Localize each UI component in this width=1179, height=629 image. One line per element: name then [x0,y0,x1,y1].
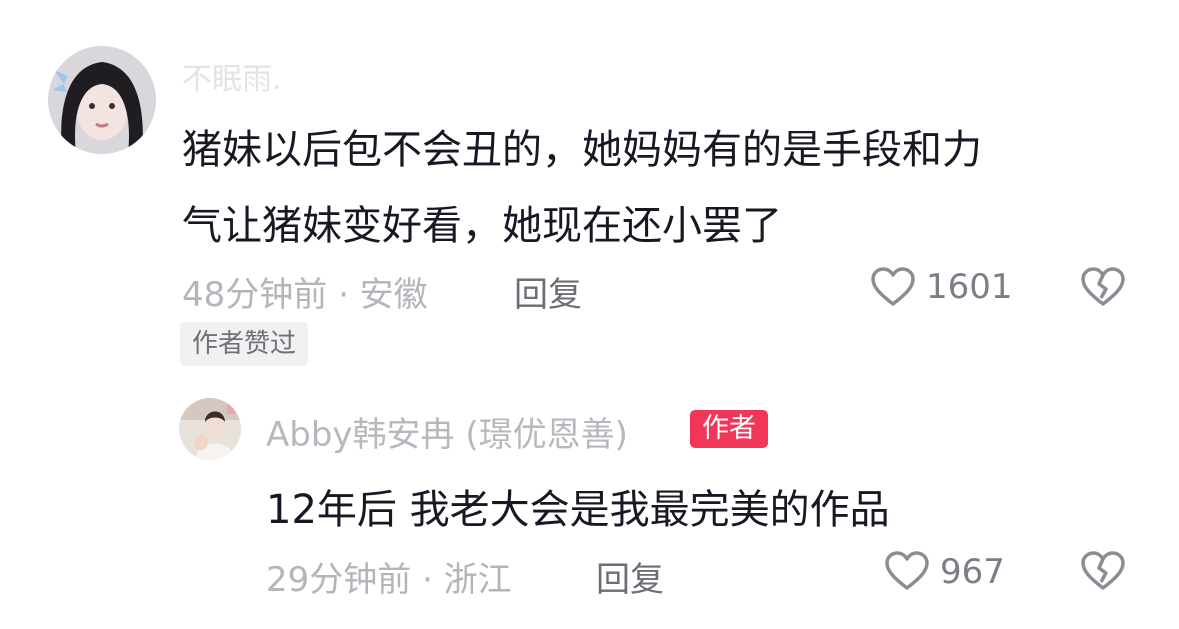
reply-timestamp-location: 29分钟前 · 浙江 [266,560,512,600]
reply-button[interactable]: 回复 [596,552,664,601]
avatar-image [48,46,156,154]
reply-text: 12年后 我老大会是我最完美的作品 [266,487,890,533]
replier-username[interactable]: Abby韩安冉 (璟优恩善) [266,407,628,456]
broken-heart-icon[interactable] [1080,266,1126,312]
heart-outline-icon[interactable] [884,550,930,596]
like-count: 1601 [926,267,1013,307]
comment-text-line-2: 气让猪妹变好看，她现在还小罢了 [182,203,782,249]
heart-outline-icon[interactable] [870,266,916,312]
like-count: 967 [940,552,1005,592]
commenter-username[interactable]: 不眠雨. [182,54,282,98]
replier-avatar[interactable] [179,398,241,460]
broken-heart-icon[interactable] [1080,550,1126,596]
bottom-crop-edge [0,615,1179,629]
commenter-avatar[interactable] [48,46,156,154]
comment-text-line-1: 猪妹以后包不会丑的，她妈妈有的是手段和力 [182,127,982,173]
reply-button[interactable]: 回复 [514,267,582,316]
comment-timestamp-location: 48分钟前 · 安徽 [182,275,428,315]
author-liked-badge: 作者赞过 [180,322,309,366]
avatar-image [179,398,241,460]
author-badge: 作者 [690,410,768,448]
